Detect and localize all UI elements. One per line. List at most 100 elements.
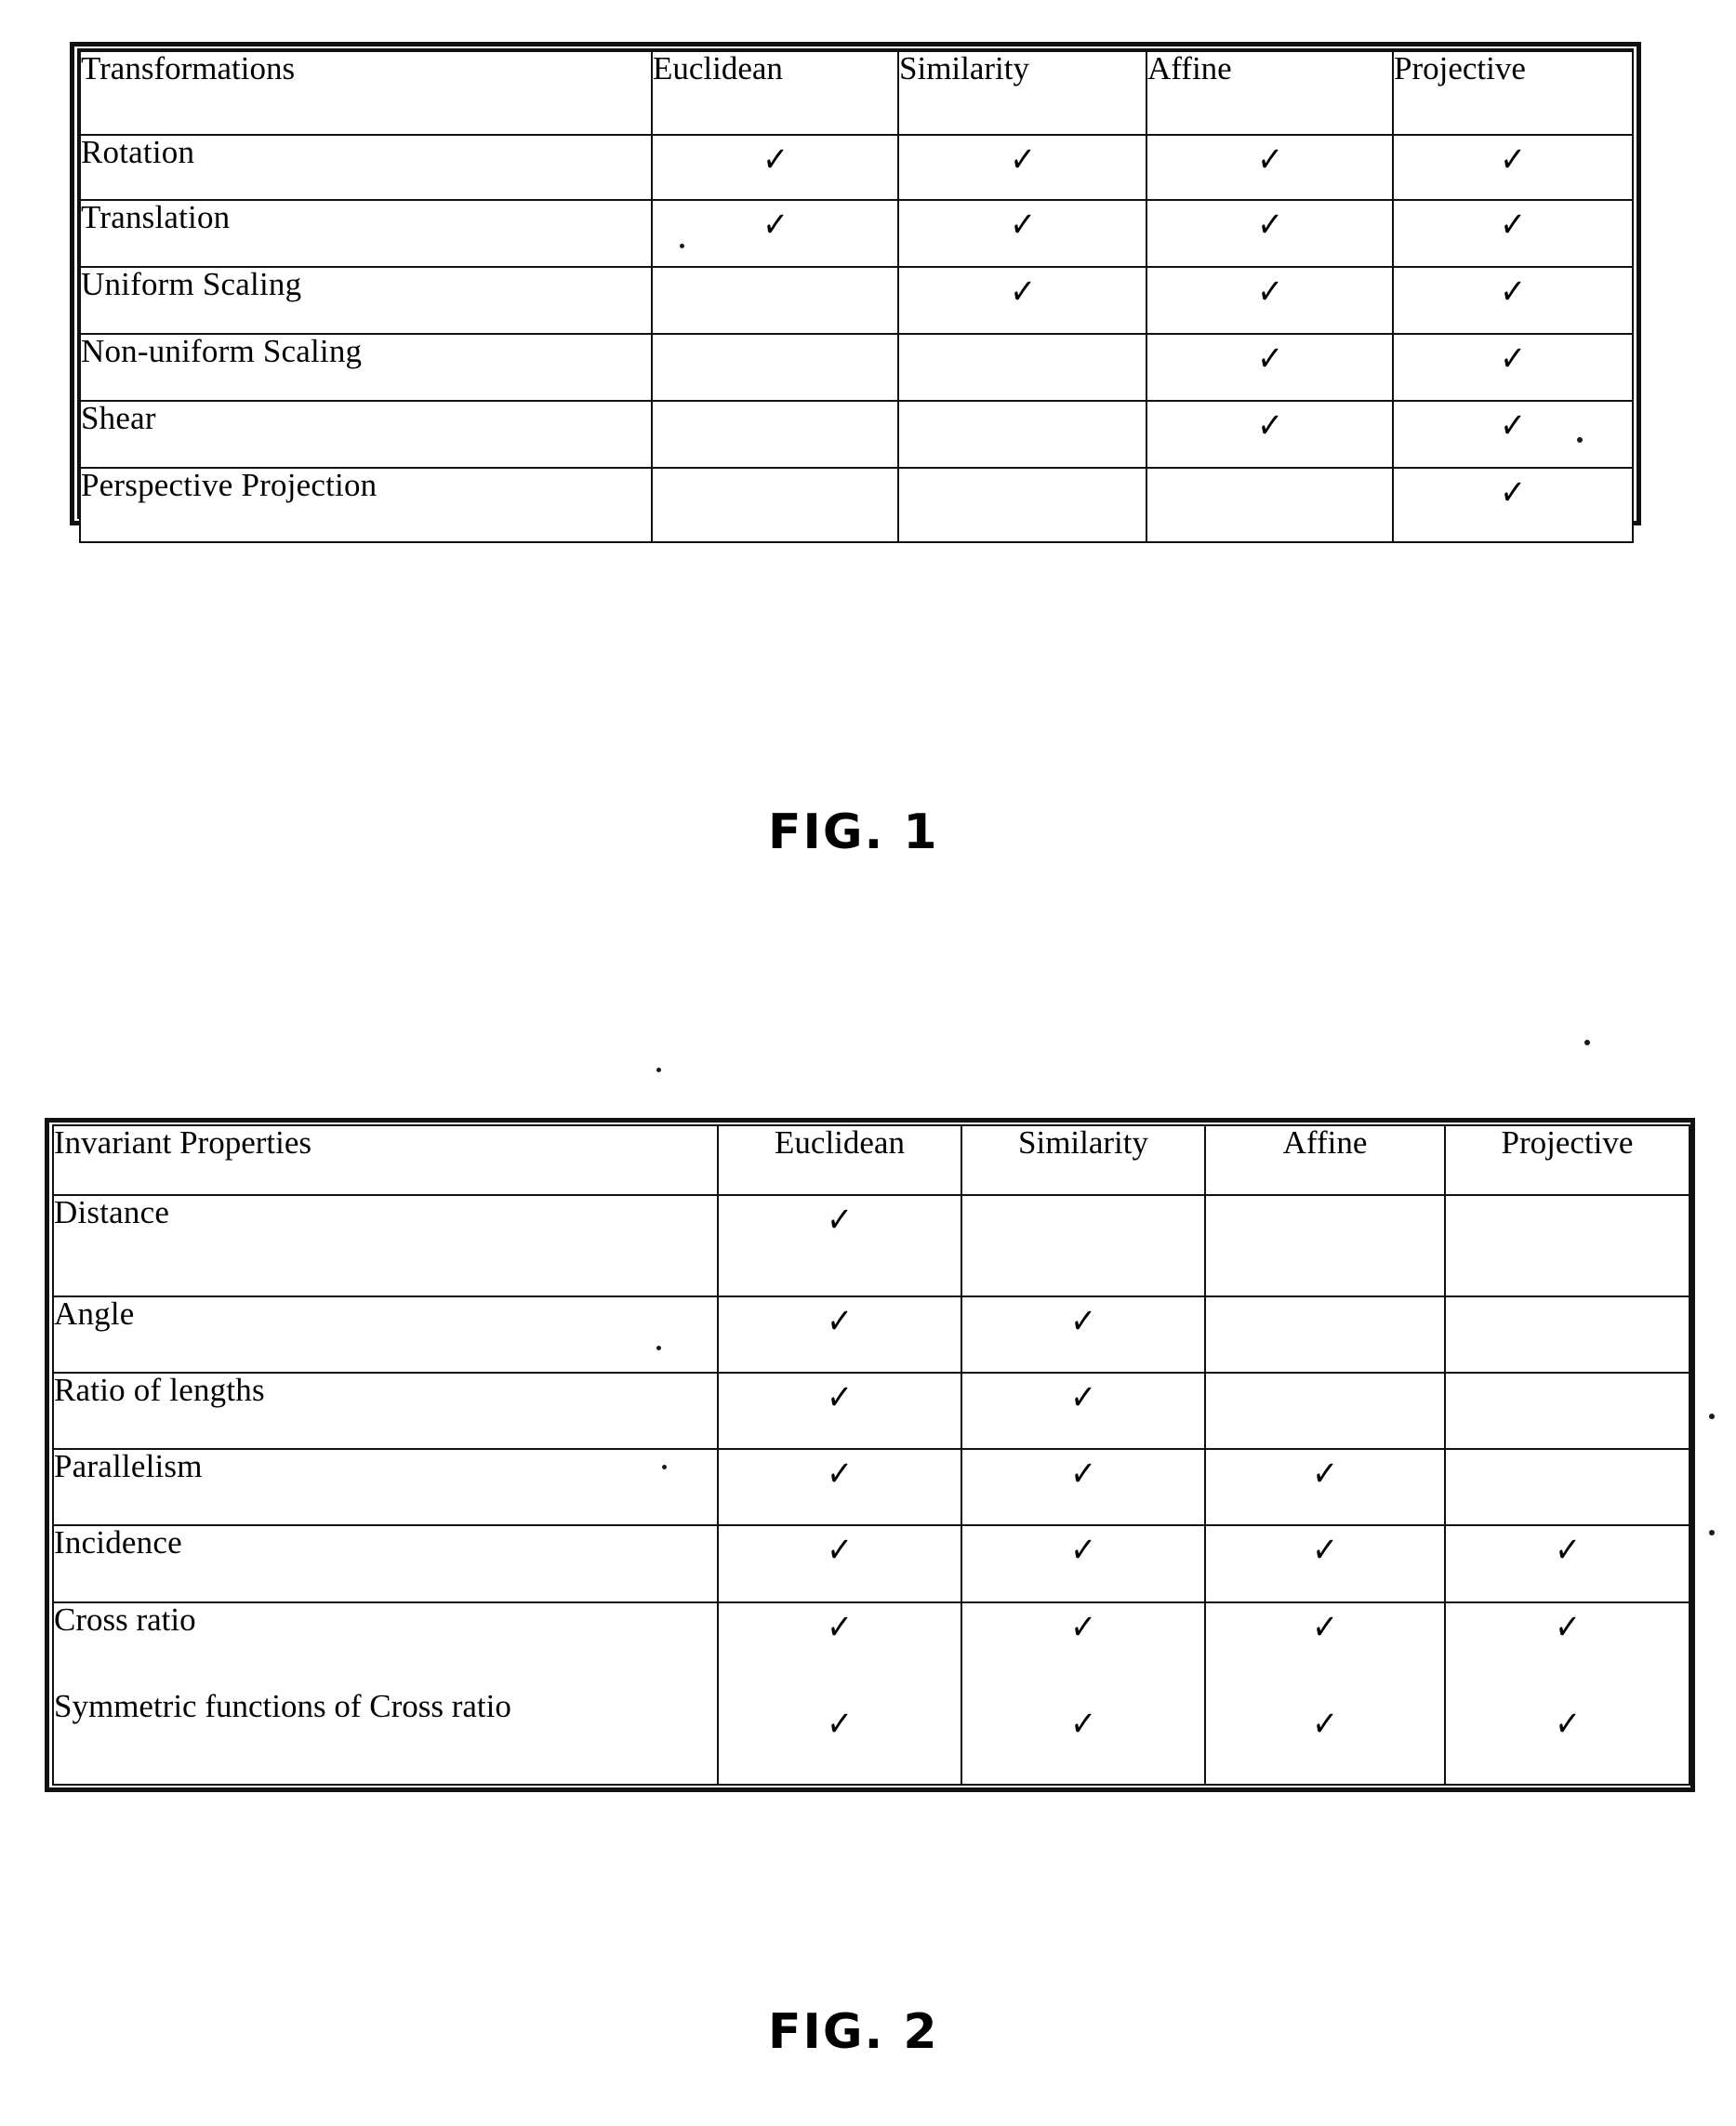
column-header-invariant-properties: Invariant Properties	[52, 1123, 719, 1197]
check-icon: ✓	[1311, 1527, 1339, 1574]
table-row: Shear ✓ ✓ ✓ ✓	[79, 400, 1634, 469]
row-label-translation: Translation	[79, 199, 653, 268]
cell-angle-similarity: ✓	[961, 1295, 1206, 1374]
row-label-non-uniform-scaling: Non-uniform Scaling	[79, 333, 653, 402]
check-icon: ✓	[1553, 1603, 1582, 1651]
check-icon: ✓	[1499, 403, 1527, 449]
table-row: Parallelism ✓ ✓ ✓ ✓	[52, 1448, 1690, 1527]
table-header-row: Transformations Euclidean Similarity Aff…	[79, 50, 1634, 136]
cell-shear-similarity: ✓	[897, 400, 1147, 469]
cell-cross-ratio-group-euclidean: ✓ ✓	[717, 1601, 962, 1787]
row-label-uniform-scaling: Uniform Scaling	[79, 266, 653, 335]
check-icon: ✓	[1311, 1603, 1339, 1651]
cell-ratio-of-lengths-affine: ✓	[1204, 1371, 1446, 1451]
check-icon: ✓	[1255, 269, 1284, 315]
check-icon: ✓	[1499, 470, 1527, 516]
check-icon: ✓	[1069, 1700, 1097, 1747]
cell-angle-euclidean: ✓	[717, 1295, 962, 1374]
table-row: Cross ratio Symmetric functions of Cross…	[52, 1601, 1690, 1787]
cell-ratio-of-lengths-projective: ✓	[1444, 1371, 1690, 1451]
cell-uniform-scaling-projective: ✓	[1392, 266, 1634, 335]
column-header-euclidean: Euclidean	[651, 50, 899, 136]
cell-non-uniform-scaling-euclidean: ✓	[651, 333, 899, 402]
cell-distance-affine: ✓	[1204, 1194, 1446, 1297]
table-row: Translation ✓ ✓ ✓ ✓	[79, 199, 1634, 268]
scan-speck	[680, 244, 684, 248]
column-header-projective: Projective	[1444, 1123, 1690, 1197]
cell-shear-affine: ✓	[1146, 400, 1394, 469]
cell-shear-projective: ✓	[1392, 400, 1634, 469]
row-label-symmetric-functions-of-cross-ratio: Symmetric functions of Cross ratio	[54, 1687, 511, 1724]
check-icon: ✓	[1255, 403, 1284, 449]
cell-shear-euclidean: ✓	[651, 400, 899, 469]
check-icon: ✓	[761, 202, 789, 248]
cell-ratio-of-lengths-euclidean: ✓	[717, 1371, 962, 1451]
scan-speck	[656, 1346, 661, 1350]
column-header-euclidean: Euclidean	[717, 1123, 962, 1197]
cell-uniform-scaling-affine: ✓	[1146, 266, 1394, 335]
cell-perspective-projection-projective: ✓	[1392, 467, 1634, 543]
figure-2-caption: FIG. 2	[768, 2004, 939, 2060]
check-icon: ✓	[1255, 137, 1284, 183]
column-header-transformations: Transformations	[79, 50, 653, 136]
row-label-cross-ratio: Cross ratio	[54, 1601, 196, 1638]
cell-cross-ratio-group-affine: ✓ ✓	[1204, 1601, 1446, 1787]
table-row: Angle ✓ ✓ ✓ ✓	[52, 1295, 1690, 1374]
check-icon: ✓	[826, 1451, 854, 1497]
table-row: Non-uniform Scaling ✓ ✓ ✓ ✓	[79, 333, 1634, 402]
cell-parallelism-projective: ✓	[1444, 1448, 1690, 1527]
cell-uniform-scaling-similarity: ✓	[897, 266, 1147, 335]
row-label-rotation: Rotation	[79, 134, 653, 201]
scan-speck	[1577, 437, 1583, 443]
column-header-projective: Projective	[1392, 50, 1634, 136]
scan-speck	[662, 1465, 667, 1469]
row-label-distance: Distance	[52, 1194, 719, 1297]
cell-non-uniform-scaling-projective: ✓	[1392, 333, 1634, 402]
column-header-affine: Affine	[1146, 50, 1394, 136]
check-icon: ✓	[1069, 1527, 1097, 1574]
invariant-properties-table: Invariant Properties Euclidean Similarit…	[52, 1123, 1690, 1787]
cell-distance-projective: ✓	[1444, 1194, 1690, 1297]
cell-rotation-similarity: ✓	[897, 134, 1147, 201]
cell-perspective-projection-affine: ✓	[1146, 467, 1394, 543]
cell-rotation-affine: ✓	[1146, 134, 1394, 201]
check-icon: ✓	[1008, 269, 1037, 315]
transformations-table: Transformations Euclidean Similarity Aff…	[79, 50, 1634, 543]
check-icon: ✓	[1069, 1603, 1097, 1651]
cell-parallelism-affine: ✓	[1204, 1448, 1446, 1527]
figure-1-caption: FIG. 1	[768, 804, 939, 860]
check-icon: ✓	[1499, 137, 1527, 183]
scan-speck	[656, 1068, 661, 1072]
column-header-similarity: Similarity	[897, 50, 1147, 136]
table-row: Uniform Scaling ✓ ✓ ✓ ✓	[79, 266, 1634, 335]
check-icon: ✓	[826, 1700, 854, 1747]
row-label-incidence: Incidence	[52, 1524, 719, 1603]
check-icon: ✓	[1255, 202, 1284, 248]
check-icon: ✓	[1499, 269, 1527, 315]
check-icon: ✓	[826, 1603, 854, 1651]
check-icon: ✓	[826, 1375, 854, 1421]
row-label-perspective-projection: Perspective Projection	[79, 467, 653, 543]
cell-translation-euclidean: ✓	[651, 199, 899, 268]
cell-incidence-euclidean: ✓	[717, 1524, 962, 1603]
check-icon: ✓	[1069, 1375, 1097, 1421]
check-icon: ✓	[1553, 1700, 1582, 1747]
cell-parallelism-similarity: ✓	[961, 1448, 1206, 1527]
column-header-similarity: Similarity	[961, 1123, 1206, 1197]
cell-ratio-of-lengths-similarity: ✓	[961, 1371, 1206, 1451]
cell-distance-similarity: ✓	[961, 1194, 1206, 1297]
check-icon: ✓	[1008, 137, 1037, 183]
cell-cross-ratio-group-projective: ✓ ✓	[1444, 1601, 1690, 1787]
cell-rotation-euclidean: ✓	[651, 134, 899, 201]
cell-non-uniform-scaling-similarity: ✓	[897, 333, 1147, 402]
scan-speck	[1709, 1414, 1715, 1419]
row-label-shear: Shear	[79, 400, 653, 469]
check-icon: ✓	[826, 1197, 854, 1243]
row-label-cross-ratio-group: Cross ratio Symmetric functions of Cross…	[52, 1601, 719, 1787]
table-row: Incidence ✓ ✓ ✓ ✓	[52, 1524, 1690, 1603]
table-row: Perspective Projection ✓ ✓ ✓ ✓	[79, 467, 1634, 543]
row-label-parallelism: Parallelism	[52, 1448, 719, 1527]
cell-perspective-projection-euclidean: ✓	[651, 467, 899, 543]
cell-rotation-projective: ✓	[1392, 134, 1634, 201]
check-icon: ✓	[1553, 1527, 1582, 1574]
